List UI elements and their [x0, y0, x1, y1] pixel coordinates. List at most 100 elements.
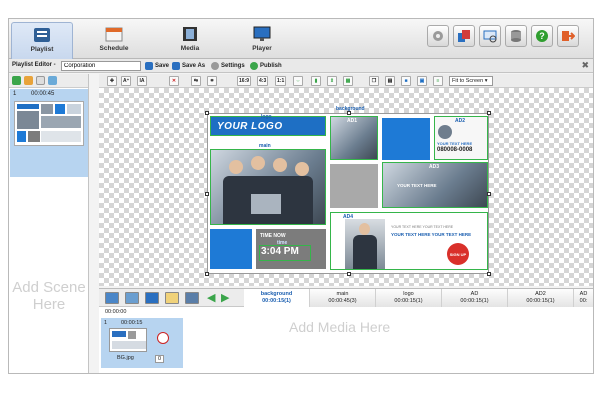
add-media-placeholder: Add Media Here [289, 319, 391, 335]
arrow-right-icon[interactable]: ▶ [221, 291, 229, 304]
canvas-workspace: background YOUR LOGO logo main AD1 AD2 Y… [99, 88, 593, 286]
settings-gear-icon [433, 31, 443, 41]
properties-icon[interactable] [165, 292, 179, 304]
copy-icon[interactable]: ❐ [369, 76, 379, 86]
region-logo[interactable]: YOUR LOGO logo [210, 114, 326, 136]
layers-icon [458, 30, 470, 42]
save-icon [145, 62, 153, 70]
media-column: 00:00:00 1 00:00:15 BG.jpg 0 [101, 309, 183, 373]
split-icon[interactable]: ▮ [311, 76, 321, 86]
screens-button[interactable] [479, 25, 501, 47]
save-as-icon [172, 62, 180, 70]
font-decrease-icon[interactable]: IA [137, 76, 147, 86]
replace-media-icon[interactable] [145, 292, 159, 304]
zoom-select[interactable]: Fit to Screen ▾ [449, 76, 493, 86]
expand-horizontal-icon[interactable]: ⇔ [293, 76, 303, 86]
region-ad2[interactable]: AD2 YOUR TEXT HERE 080008-0008 [434, 116, 488, 160]
region-ad3[interactable]: AD3 YOUR TEXT HERE [382, 162, 488, 208]
resize-handle[interactable] [205, 272, 209, 276]
ad4-photo [345, 219, 385, 269]
close-icon[interactable]: ✖ [581, 60, 589, 71]
track-tab[interactable]: logo 00:00:15(1) [376, 289, 442, 307]
scene-panel: 1 00:00:45 Add Scene Here [9, 74, 89, 373]
media-count-select[interactable]: 0 [155, 355, 165, 363]
logout-button[interactable] [557, 25, 579, 47]
resize-handle[interactable] [487, 192, 491, 196]
sign-up-badge: SIGN UP [447, 243, 469, 265]
track-tabs: background 00:00:15(1) main 00:00:45(3) … [244, 289, 593, 307]
add-region-icon[interactable]: ✚ [107, 76, 117, 86]
ad2-phone: 080008-0008 [437, 147, 473, 153]
track-tab[interactable]: AD 00:00:15(1) [442, 289, 508, 307]
grid-icon[interactable]: ▦ [343, 76, 353, 86]
playlist-name-input[interactable] [61, 61, 141, 71]
timeline-body: 00:00:00 1 00:00:15 BG.jpg 0 Add Media H… [99, 307, 593, 373]
arrow-left-icon[interactable]: ◀ [207, 291, 215, 304]
add-media-icon[interactable] [105, 292, 119, 304]
copy-scene-icon[interactable] [36, 76, 45, 85]
track-tab[interactable]: AD 00: [574, 289, 593, 307]
media-item[interactable]: 1 00:00:15 BG.jpg 0 [101, 318, 183, 368]
save-button[interactable]: Save [145, 61, 169, 71]
track-time: 00:00:15(1) [394, 298, 423, 304]
track-tab[interactable]: background 00:00:15(1) [244, 289, 310, 307]
send-back-icon[interactable]: ▣ [417, 76, 427, 86]
region-ad4[interactable]: AD4 YOUR TEXT HERE YOUR TEXT HERE YOUR T… [330, 212, 488, 270]
ratio-1-1-button[interactable]: 1:1 [275, 76, 287, 86]
edit-scene-icon[interactable] [48, 76, 57, 85]
resize-handle[interactable] [487, 111, 491, 115]
zoom-select-value: Fit to Screen [452, 78, 484, 84]
ad4-subtext: YOUR TEXT HERE YOUR TEXT HERE [391, 225, 454, 229]
media-duration: 00:00:15 [121, 320, 143, 326]
scene-item[interactable]: 1 00:00:45 [10, 89, 88, 177]
ratio-16-9-button[interactable]: 16:9 [237, 76, 252, 86]
help-button[interactable]: ? [531, 25, 553, 47]
crop-icon[interactable]: ⌗ [207, 76, 217, 86]
import-scene-icon[interactable] [24, 76, 33, 85]
add-scene-icon[interactable] [12, 76, 21, 85]
scene-toolbar [9, 74, 88, 88]
settings-link[interactable]: Settings [211, 61, 245, 71]
delete-icon[interactable]: ✕ [169, 76, 179, 86]
publish-button[interactable]: Publish [250, 61, 282, 71]
resize-handle[interactable] [487, 272, 491, 276]
track-tab[interactable]: main 00:00:45(3) [310, 289, 376, 307]
paste-icon[interactable]: ▤ [385, 76, 395, 86]
region-ad1[interactable]: AD1 [330, 116, 378, 160]
region-label-main: main [259, 143, 271, 149]
tab-schedule[interactable]: Schedule [83, 22, 145, 59]
tab-player[interactable]: Player [231, 22, 293, 59]
database-button[interactable] [505, 25, 527, 47]
expand-vertical-icon[interactable]: ⇕ [327, 76, 337, 86]
font-increase-icon[interactable]: A⁺ [121, 76, 132, 86]
bring-front-icon[interactable]: ■ [401, 76, 411, 86]
delete-media-icon[interactable] [157, 332, 169, 344]
layers-button[interactable] [453, 25, 475, 47]
resize-handle[interactable] [205, 111, 209, 115]
tab-label: Player [252, 45, 272, 52]
layout-stage[interactable]: background YOUR LOGO logo main AD1 AD2 Y… [205, 106, 491, 276]
playlist-editor-bar: Playlist Editor - Save Save As Settings … [9, 59, 593, 73]
track-time: 00:00:15(1) [460, 298, 489, 304]
tab-playlist[interactable]: Playlist [11, 22, 73, 59]
save-as-label: Save As [182, 63, 206, 69]
track-name: main [336, 291, 349, 297]
track-tab[interactable]: AD2 00:00:15(1) [508, 289, 574, 307]
layers-stack-icon[interactable]: ≡ [433, 76, 443, 86]
ad3-text: YOUR TEXT HERE [397, 183, 437, 188]
add-scene-placeholder: Add Scene Here [12, 279, 86, 313]
resize-handle[interactable] [347, 111, 351, 115]
remove-media-icon[interactable] [185, 292, 199, 304]
edit-media-icon[interactable] [125, 292, 139, 304]
tab-media[interactable]: Media [159, 22, 221, 59]
ratio-4-3-button[interactable]: 4:3 [257, 76, 269, 86]
region-time[interactable]: TIME NOW time 3:04 PM [256, 229, 326, 269]
settings-button[interactable] [427, 25, 449, 47]
region-main[interactable]: main [210, 143, 326, 225]
resize-handle[interactable] [205, 192, 209, 196]
region-label-logo: logo [261, 114, 272, 120]
media-group-time: 00:00:00 [105, 309, 127, 315]
resize-handle[interactable] [347, 272, 351, 276]
flip-icon[interactable]: ⇆ [191, 76, 201, 86]
save-as-button[interactable]: Save As [172, 61, 205, 71]
